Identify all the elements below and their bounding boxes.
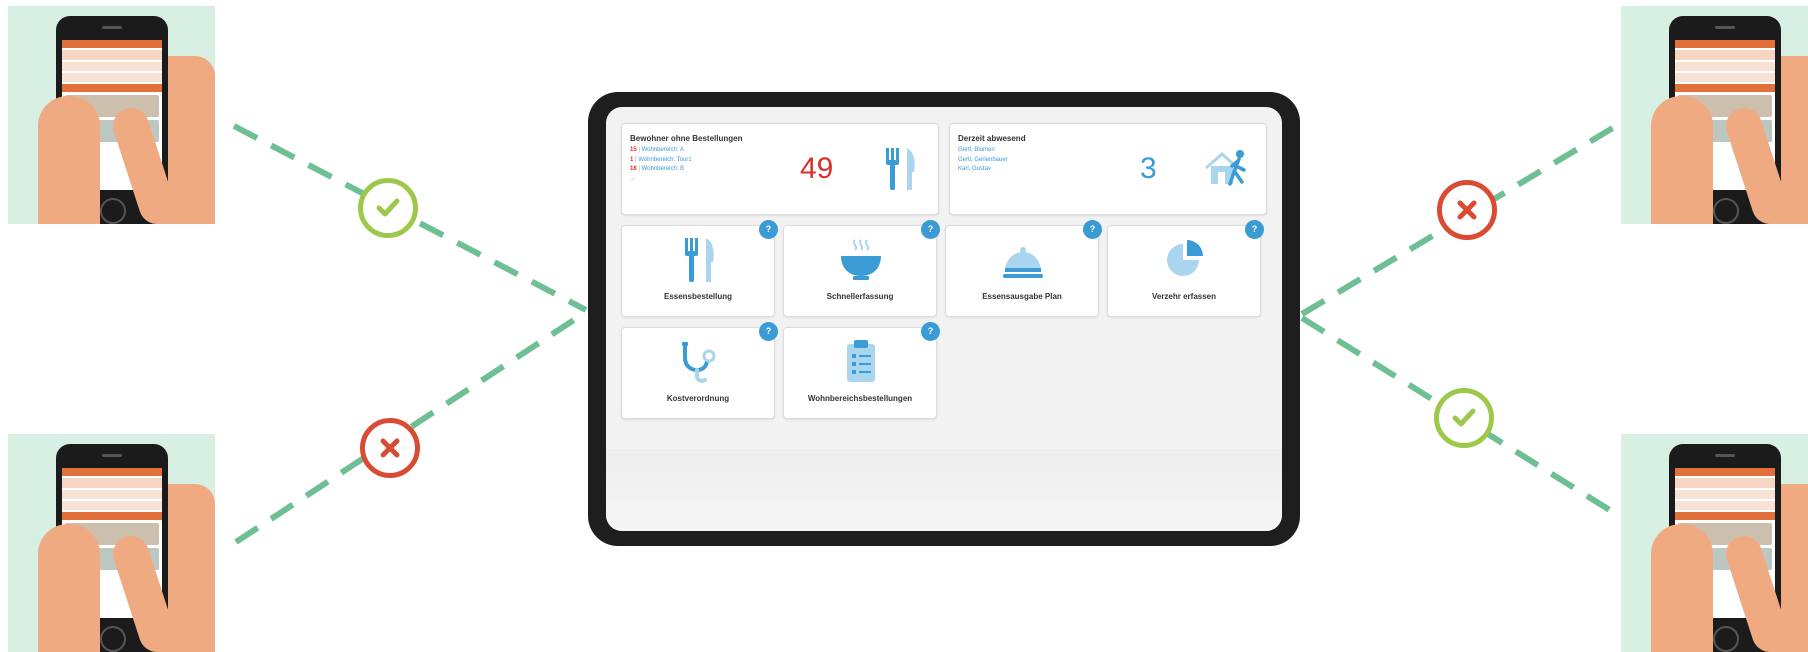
tile-label: Kostverordnung — [666, 394, 730, 403]
tablet-device: Bewohner ohne Bestellungen 15 | Wohnbere… — [588, 92, 1300, 546]
cutlery-icon — [886, 148, 915, 190]
clipboard-icon — [847, 340, 875, 382]
phone-illustration-bottom-left — [8, 434, 215, 652]
status-error-bottom-left — [360, 418, 420, 478]
tile-label: Essensbestellung — [663, 292, 733, 301]
tile-meal-ordering[interactable]: Essensbestellung ? — [621, 220, 778, 317]
tile-quick-entry[interactable]: Schnellerfassung ? — [783, 220, 940, 317]
tile-label: Essensausgabe Plan — [982, 292, 1062, 301]
absent-list: Gertl, Blumen Gertl, Gerlenbauer Karl, G… — [958, 146, 1008, 175]
absent-person[interactable]: Karl, Gustav — [958, 165, 1008, 175]
status-ok-top-left — [358, 178, 418, 238]
tile-label: Schnellerfassung — [826, 292, 894, 301]
residents-total: 49 — [800, 152, 834, 185]
cross-icon — [380, 438, 400, 458]
checkmark-icon — [1452, 408, 1476, 427]
help-button[interactable]: ? — [759, 322, 778, 341]
cross-icon — [1457, 200, 1477, 220]
absent-person[interactable]: Gertl, Gerlenbauer — [958, 156, 1008, 166]
tile-diet-prescription[interactable]: Kostverordnung ? — [621, 322, 778, 419]
tile-record-consumption[interactable]: Verzehr erfassen ? — [1107, 220, 1264, 317]
currently-absent-card[interactable]: Derzeit abwesend Gertl, Blumen Gertl, Ge… — [949, 123, 1267, 215]
tile-label: Wohnbereichsbestellungen — [807, 394, 913, 403]
tile-label: Verzehr erfassen — [1151, 292, 1217, 301]
tile-meal-service-plan[interactable]: Essensausgabe Plan ? — [945, 220, 1102, 317]
absent-card-title: Derzeit abwesend — [958, 134, 1026, 143]
stethoscope-icon — [682, 342, 716, 383]
phone-illustration-top-right — [1621, 6, 1808, 224]
help-button[interactable]: ? — [1083, 220, 1102, 239]
residents-more[interactable]: ... — [630, 175, 692, 185]
absent-total: 3 — [1140, 152, 1157, 185]
status-ok-bottom-right — [1434, 388, 1494, 448]
pie-chart-icon — [1167, 240, 1203, 276]
cutlery-icon — [685, 238, 714, 282]
help-button[interactable]: ? — [921, 322, 940, 341]
tile-ward-orders[interactable]: Wohnbereichsbestellungen ? — [783, 322, 940, 419]
residents-entry[interactable]: 18 | Wohnbereich: B — [630, 165, 692, 175]
absent-person[interactable]: Gertl, Blumen — [958, 146, 1008, 156]
bowl-icon — [841, 239, 881, 280]
residents-entry[interactable]: 15 | Wohnbereich: A — [630, 146, 692, 156]
residents-list: 15 | Wohnbereich: A 1 | Wohnbereich: Tou… — [630, 146, 692, 184]
help-button[interactable]: ? — [1245, 220, 1264, 239]
phone-illustration-top-left — [8, 6, 215, 224]
screen-bottom-area — [606, 449, 1282, 531]
cloche-icon — [1003, 247, 1043, 278]
help-button[interactable]: ? — [921, 220, 940, 239]
residents-without-orders-card[interactable]: Bewohner ohne Bestellungen 15 | Wohnbere… — [621, 123, 939, 215]
dashboard-screen: Bewohner ohne Bestellungen 15 | Wohnbere… — [606, 107, 1282, 531]
status-error-top-right — [1437, 180, 1497, 240]
help-button[interactable]: ? — [759, 220, 778, 239]
phone-illustration-bottom-right — [1621, 434, 1808, 652]
residents-entry[interactable]: 1 | Wohnbereich: Tour1 — [630, 156, 692, 166]
checkmark-icon — [376, 198, 400, 217]
residents-card-title: Bewohner ohne Bestellungen — [630, 134, 743, 143]
house-walking-person-icon — [1205, 150, 1246, 186]
